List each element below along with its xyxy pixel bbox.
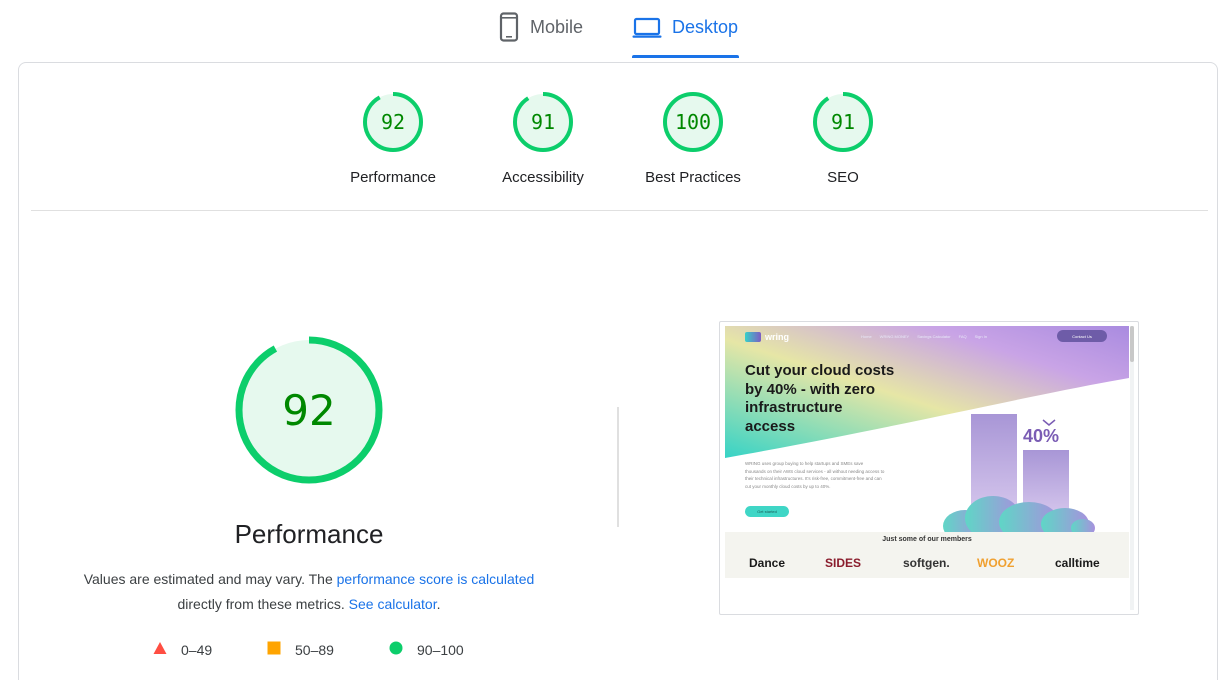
site-nav-link: Home	[861, 334, 872, 339]
vertical-divider	[617, 407, 619, 527]
site-logo-text: wring	[765, 332, 789, 342]
tab-desktop-label: Desktop	[672, 17, 739, 37]
site-body-text: WRING uses group buying to help startups…	[745, 461, 885, 489]
gauge-score: 100	[675, 110, 711, 134]
site-nav-link: WRING MONEY	[879, 334, 910, 339]
laptop-icon	[632, 12, 662, 47]
desc-text: .	[436, 596, 441, 612]
member-logo: calltime	[1055, 556, 1100, 570]
performance-score-link[interactable]: performance score is calculated	[337, 571, 535, 587]
score-gauge-ring: 100	[663, 92, 723, 152]
wring-logo-icon	[745, 332, 761, 342]
report-card: 92 Performance 91 Accessibility 100 Best…	[18, 62, 1218, 680]
site-members-strip: Just some of our members Dance SIDES sof…	[725, 532, 1129, 578]
square-icon	[267, 641, 281, 658]
member-logo: softgen.	[903, 556, 950, 570]
site-get-started-button: Get started	[745, 506, 789, 517]
performance-gauge-large: 92	[234, 335, 384, 490]
legend-range: 50–89	[295, 641, 334, 658]
section-divider	[31, 210, 1208, 211]
screenshot-content: wring Home WRING MONEY Savings Calculato…	[725, 326, 1129, 578]
gauge-label: Accessibility	[502, 169, 584, 186]
site-nav-link: Savings Calculator	[917, 334, 951, 339]
gauge-label: Performance	[350, 169, 436, 186]
performance-title: Performance	[234, 519, 384, 549]
tab-mobile-label: Mobile	[530, 17, 584, 37]
gauge-best-practices[interactable]: 100 Best Practices	[618, 91, 768, 186]
desc-text: Values are estimated and may vary. The	[83, 571, 337, 587]
gauge-score: 91	[531, 110, 555, 134]
gauge-score: 92	[381, 110, 405, 134]
legend-fail: 0–49	[153, 641, 212, 658]
member-logo: Dance	[749, 556, 786, 570]
device-tabs: Mobile Desktop	[0, 0, 1232, 60]
score-legend: 0–49 50–89 90–100	[19, 641, 619, 661]
member-logo: WOOZ	[977, 556, 1015, 570]
screenshot-scrollbar-thumb	[1130, 326, 1134, 362]
mobile-icon	[498, 12, 520, 47]
site-contact-button: Contact Us	[1057, 330, 1107, 342]
site-percent: 40%	[1023, 426, 1060, 446]
site-headline: Cut your cloud costs by 40% - with zero …	[745, 362, 895, 435]
see-calculator-link[interactable]: See calculator	[349, 596, 437, 612]
score-gauge-ring: 91	[513, 92, 573, 152]
triangle-icon	[153, 641, 167, 658]
gauge-label: SEO	[827, 169, 859, 186]
score-gauge-ring: 92	[363, 92, 423, 152]
screenshot-scrollbar-track	[1130, 326, 1134, 610]
legend-range: 90–100	[417, 641, 464, 658]
gauge-label: Best Practices	[645, 169, 741, 186]
site-hero: wring Home WRING MONEY Savings Calculato…	[725, 326, 1129, 542]
performance-description: Values are estimated and may vary. The p…	[39, 567, 579, 617]
site-nav-links: Home WRING MONEY Savings Calculator FAQ …	[861, 334, 987, 339]
site-nav-link: Sign In	[974, 334, 988, 339]
gauge-accessibility[interactable]: 91 Accessibility	[468, 91, 618, 186]
tab-desktop[interactable]: Desktop	[632, 12, 738, 58]
score-gauge-ring: 91	[813, 92, 873, 152]
site-logo: wring	[745, 332, 789, 342]
member-logo: SIDES	[825, 556, 862, 570]
gauge-seo[interactable]: 91 SEO	[768, 91, 918, 186]
members-title: Just some of our members	[882, 536, 972, 543]
score-gauges: 92 Performance 91 Accessibility 100 Best…	[19, 63, 1217, 211]
desc-text: directly from these metrics.	[177, 596, 349, 612]
legend-average: 50–89	[267, 641, 334, 658]
gauge-performance[interactable]: 92 Performance	[318, 91, 468, 186]
circle-icon	[389, 641, 403, 658]
page-screenshot: wring Home WRING MONEY Savings Calculato…	[719, 321, 1139, 615]
tab-mobile[interactable]: Mobile	[498, 12, 583, 58]
active-tab-indicator	[632, 55, 739, 58]
gauge-score: 91	[831, 110, 855, 134]
site-nav-link: FAQ	[958, 334, 967, 339]
performance-score: 92	[282, 386, 335, 435]
legend-pass: 90–100	[389, 641, 464, 658]
legend-range: 0–49	[181, 641, 213, 658]
